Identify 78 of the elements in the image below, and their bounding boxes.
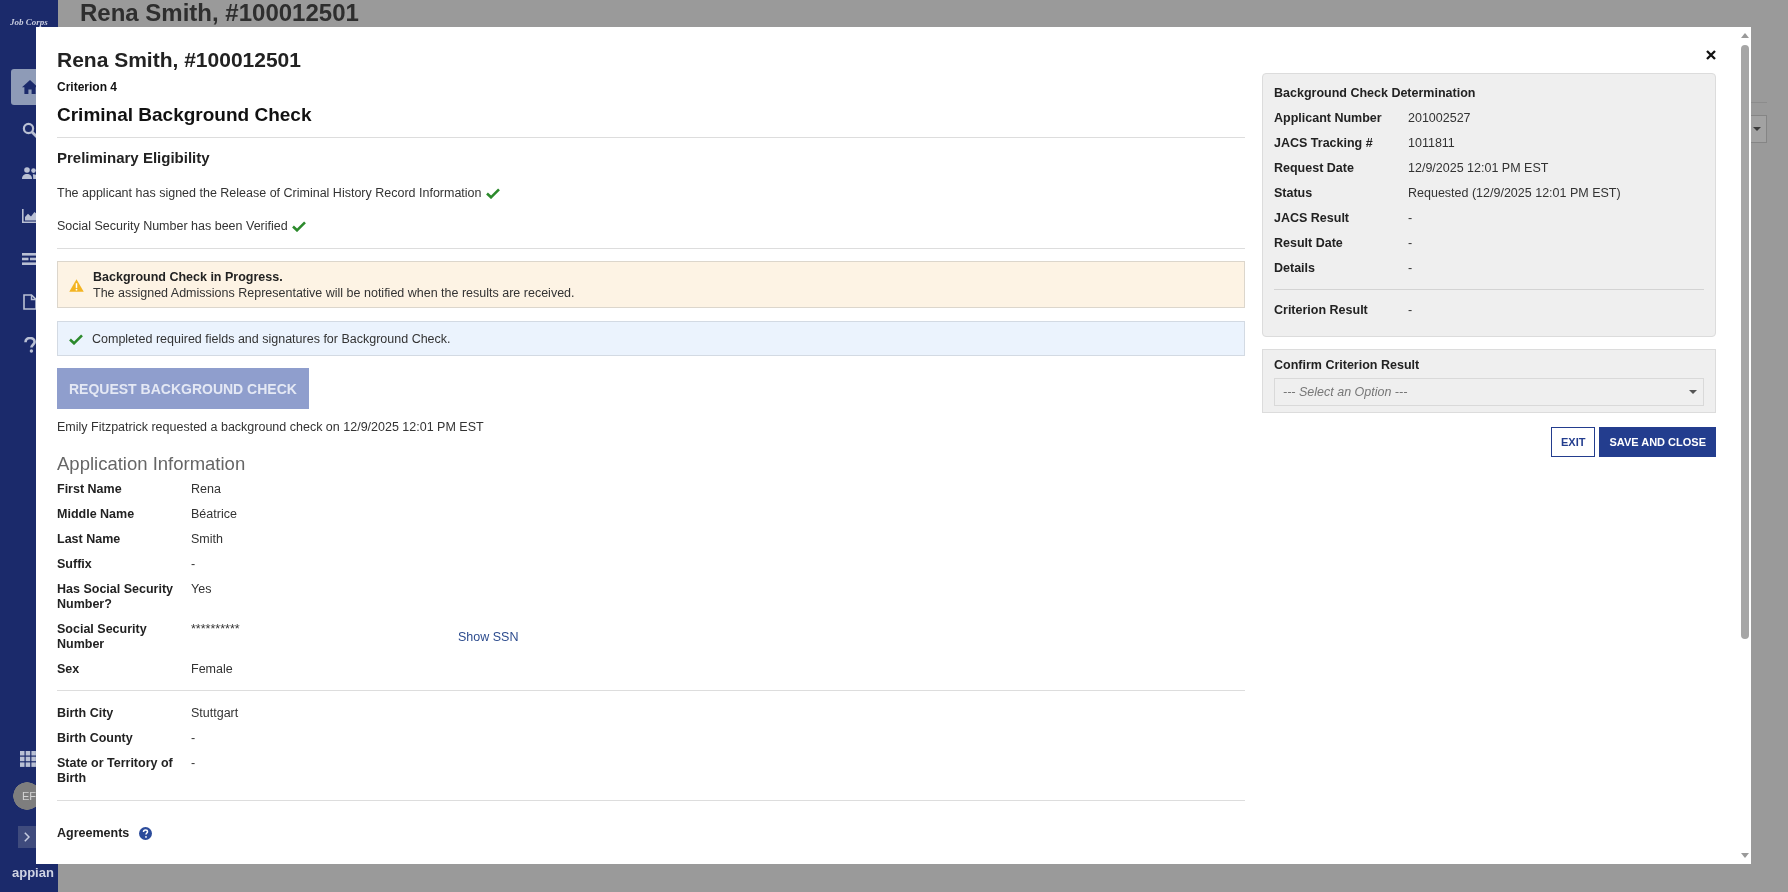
- check-icon: [69, 333, 83, 345]
- request-note: Emily Fitzpatrick requested a background check on 12/9/2025 12:01 PM EST: [57, 419, 484, 436]
- alert-message: Completed required fields and signatures for Background Check.: [92, 331, 451, 347]
- field-label: Details: [1274, 260, 1315, 276]
- chart-icon: [22, 208, 36, 224]
- grid-icon[interactable]: [20, 751, 36, 767]
- alert-title: Background Check in Progress.: [93, 269, 284, 285]
- field-label: Applicant Number: [1274, 110, 1382, 126]
- field-value: Yes: [191, 582, 212, 598]
- field-label: Middle Name: [57, 507, 135, 522]
- criterion-label: Criterion 4: [57, 79, 117, 95]
- panel-title: Background Check Determination: [1274, 85, 1477, 102]
- scrollbar-thumb[interactable]: [1741, 45, 1749, 639]
- field-value: Requested (12/9/2025 12:01 PM EST): [1408, 185, 1621, 201]
- search-icon: [22, 122, 36, 138]
- field-label: Confirm Criterion Result: [1274, 357, 1421, 373]
- field-label: JACS Result: [1274, 210, 1350, 226]
- home-icon: [22, 79, 36, 95]
- list-icon: [22, 251, 36, 267]
- field-label: Request Date: [1274, 160, 1354, 176]
- scroll-down-icon[interactable]: [1741, 853, 1749, 858]
- chevron-icon: [24, 832, 30, 842]
- field-value: -: [1408, 302, 1413, 318]
- field-value: Stuttgart: [191, 706, 239, 721]
- dialog-title: Rena Smith, #100012501: [57, 47, 301, 73]
- field-label: Sex: [57, 662, 80, 677]
- field-value: 12/9/2025 12:01 PM EST: [1408, 160, 1549, 176]
- field-label: JACS Tracking #: [1274, 135, 1373, 151]
- help-icon: [22, 337, 36, 353]
- select-field[interactable]: --- Select an Option ---: [1274, 378, 1704, 406]
- close-icon[interactable]: [1706, 50, 1716, 60]
- field-label: Status: [1274, 185, 1313, 201]
- subsection-heading: Preliminary Eligibility: [57, 148, 210, 168]
- field-value: -: [1408, 210, 1413, 226]
- field-value: -: [191, 731, 196, 746]
- caret-icon: [1689, 390, 1697, 394]
- dropdown-field[interactable]: [1751, 115, 1767, 143]
- field-value: -: [191, 557, 196, 572]
- document-icon: [22, 294, 36, 310]
- people-icon: [22, 165, 36, 181]
- field-value: 1011811: [1408, 135, 1455, 151]
- scroll-up-icon[interactable]: [1741, 33, 1749, 38]
- home-button[interactable]: [11, 69, 36, 105]
- field-value: **********: [191, 622, 240, 638]
- section-heading: Application Information: [57, 452, 246, 476]
- exit-button[interactable]: EXIT: [1550, 427, 1596, 457]
- field-value: -: [191, 756, 196, 772]
- show-ssn-link[interactable]: Show SSN: [458, 629, 519, 645]
- page-title: Rena Smith, #100012501: [80, 0, 359, 26]
- caret-icon: [1753, 127, 1761, 131]
- eligibility-text: Social Security Number has been Verified: [57, 218, 288, 235]
- field-value: Female: [191, 662, 233, 677]
- logo-text: Job Corps: [10, 17, 48, 27]
- warning-icon: [69, 278, 84, 292]
- field-value: Béatrice: [191, 507, 237, 522]
- field-value: Rena: [191, 482, 221, 497]
- field-value: -: [1408, 260, 1413, 276]
- field-label: Suffix: [57, 557, 92, 572]
- save-and-close-button[interactable]: SAVE AND CLOSE: [1599, 427, 1716, 457]
- field-label: First Name: [57, 482, 122, 497]
- field-value: Smith: [191, 532, 223, 547]
- field-label: Social Security Number: [57, 622, 148, 652]
- field-label: Has Social Security Number?: [57, 582, 175, 612]
- agreements-label: Agreements: [57, 825, 130, 842]
- field-label: Birth City: [57, 706, 114, 721]
- brand-logo: appian: [12, 866, 54, 880]
- field-label: Last Name: [57, 532, 121, 547]
- expand-button[interactable]: [18, 826, 36, 848]
- help-icon[interactable]: [139, 826, 153, 840]
- field-value: 201002527: [1408, 110, 1471, 126]
- section-heading: Criminal Background Check: [57, 103, 312, 127]
- field-label: State or Territory of Birth: [57, 756, 174, 786]
- alert-message: The assigned Admissions Representative will be notified when the results are received.: [93, 285, 575, 301]
- field-label: Result Date: [1274, 235, 1343, 251]
- field-value: -: [1408, 235, 1413, 251]
- field-label: Birth County: [57, 731, 133, 746]
- eligibility-text: The applicant has signed the Release of Criminal History Record Information: [57, 185, 482, 202]
- field-label: Criterion Result: [1274, 302, 1368, 318]
